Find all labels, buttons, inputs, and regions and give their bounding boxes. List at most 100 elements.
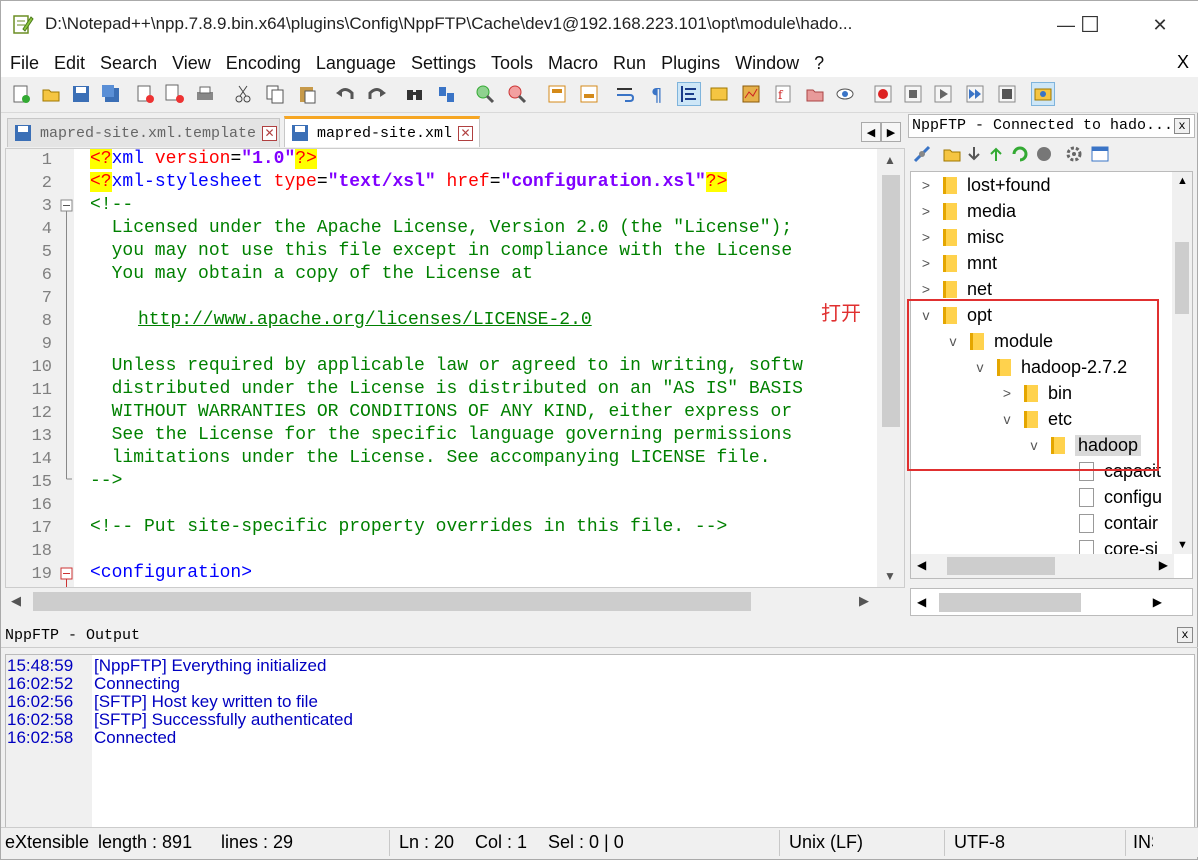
record-macro-icon[interactable] <box>871 82 895 106</box>
nppftp-show-icon[interactable] <box>1031 82 1055 106</box>
menu-settings[interactable]: Settings <box>402 53 482 74</box>
menu-edit[interactable]: Edit <box>45 53 91 74</box>
zoom-in-icon[interactable] <box>473 82 497 106</box>
chevron-right-icon[interactable]: > <box>915 255 937 271</box>
log-time: 16:02:58 <box>7 710 74 729</box>
tab-scroll-right-icon[interactable]: ▶ <box>881 122 901 142</box>
queue-horizontal-scrollbar[interactable]: ◀ ▶ <box>910 588 1193 616</box>
tab-scroll-left-icon[interactable]: ◀ <box>861 122 881 142</box>
word-wrap-icon[interactable] <box>613 82 637 106</box>
replace-icon[interactable] <box>435 82 459 106</box>
indent-guide-icon[interactable] <box>677 82 701 106</box>
tree-file-container[interactable]: contair <box>1075 511 1158 535</box>
upload-icon[interactable] <box>984 142 1008 166</box>
menu-run[interactable]: Run <box>604 53 652 74</box>
save-all-icon[interactable] <box>99 82 123 106</box>
scroll-thumb[interactable] <box>939 593 1081 612</box>
code-editor[interactable]: 1 2 3 4 5 6 7 8 9 10 11 12 13 14 15 16 1… <box>5 148 905 588</box>
line-number: 7 <box>41 289 52 308</box>
tree-node-media[interactable]: > media <box>915 199 1016 223</box>
maximize-button[interactable]: ☐ <box>1067 9 1113 41</box>
gear-icon[interactable] <box>1062 142 1086 166</box>
tree-node-mnt[interactable]: > mnt <box>915 251 997 275</box>
status-selection: Sel : 0 | 0 <box>548 832 624 852</box>
output-log[interactable]: 15:48:59 [NppFTP] Everything initialized… <box>5 654 1195 848</box>
line-number: 13 <box>31 427 52 446</box>
menu-view[interactable]: View <box>163 53 217 74</box>
chevron-right-icon[interactable]: > <box>915 177 937 193</box>
sync-horizontal-icon[interactable] <box>577 82 601 106</box>
tree-horizontal-scrollbar[interactable]: ◀ ▶ <box>911 554 1174 578</box>
code-line: <?xml-stylesheet type="text/xsl" href="c… <box>90 172 728 192</box>
close-document-button[interactable]: X <box>1177 52 1189 73</box>
save-macro-icon[interactable] <box>995 82 1019 106</box>
log-message: Connected <box>94 728 177 747</box>
redo-icon[interactable] <box>365 82 389 106</box>
function-list-icon[interactable]: f <box>771 82 795 106</box>
copy-icon[interactable] <box>263 82 287 106</box>
close-all-icon[interactable] <box>163 82 187 106</box>
run-macro-multiple-icon[interactable] <box>963 82 987 106</box>
settings-folder-icon[interactable] <box>940 142 964 166</box>
menu-search[interactable]: Search <box>91 53 163 74</box>
message-window-icon[interactable] <box>1088 142 1112 166</box>
scroll-thumb[interactable] <box>1175 242 1189 314</box>
paste-icon[interactable] <box>295 82 319 106</box>
refresh-icon[interactable] <box>1008 142 1032 166</box>
menu-help[interactable]: ? <box>805 53 830 74</box>
menu-language[interactable]: Language <box>307 53 402 74</box>
menu-plugins[interactable]: Plugins <box>652 53 726 74</box>
open-file-icon[interactable] <box>39 82 63 106</box>
show-all-chars-icon[interactable]: ¶ <box>645 82 669 106</box>
undo-icon[interactable] <box>333 82 357 106</box>
stop-macro-icon[interactable] <box>901 82 925 106</box>
connect-icon[interactable] <box>910 142 934 166</box>
sync-vertical-icon[interactable] <box>545 82 569 106</box>
folder-workspace-icon[interactable] <box>803 82 827 106</box>
tab-mapred-site-template[interactable]: mapred-site.xml.template ✕ <box>7 118 280 147</box>
close-panel-icon[interactable]: x <box>1174 118 1190 134</box>
editor-vertical-scrollbar[interactable]: ▲ ▼ <box>877 149 904 587</box>
language-define-icon[interactable] <box>707 82 731 106</box>
log-message: [SFTP] Successfully authenticated <box>94 710 353 729</box>
tree-node-net[interactable]: > net <box>915 277 992 301</box>
close-file-icon[interactable] <box>133 82 157 106</box>
close-tab-icon[interactable]: ✕ <box>458 125 474 141</box>
menu-encoding[interactable]: Encoding <box>217 53 307 74</box>
fold-margin[interactable] <box>58 149 74 587</box>
scroll-thumb[interactable] <box>882 175 900 427</box>
new-file-icon[interactable] <box>9 82 33 106</box>
menu-window[interactable]: Window <box>726 53 805 74</box>
zoom-out-icon[interactable] <box>505 82 529 106</box>
scroll-thumb[interactable] <box>33 592 751 611</box>
tree-vertical-scrollbar[interactable]: ▲ ▼ <box>1172 172 1192 554</box>
status-divider <box>1125 830 1126 856</box>
tree-file-configuration[interactable]: configu <box>1075 485 1162 509</box>
save-icon[interactable] <box>69 82 93 106</box>
tree-node-lost-found[interactable]: > lost+found <box>915 173 1051 197</box>
doc-map-icon[interactable] <box>739 82 763 106</box>
tab-mapred-site[interactable]: mapred-site.xml ✕ <box>284 116 480 147</box>
close-output-icon[interactable]: x <box>1177 627 1193 643</box>
chevron-right-icon[interactable]: > <box>915 281 937 297</box>
monitoring-eye-icon[interactable] <box>833 82 857 106</box>
menu-tools[interactable]: Tools <box>482 53 539 74</box>
menu-file[interactable]: File <box>1 53 45 74</box>
menu-macro[interactable]: Macro <box>539 53 604 74</box>
chevron-right-icon[interactable]: > <box>915 203 937 219</box>
scroll-thumb[interactable] <box>947 557 1055 575</box>
close-tab-icon[interactable]: ✕ <box>262 125 278 141</box>
close-window-button[interactable]: ✕ <box>1137 9 1183 41</box>
download-icon[interactable] <box>962 142 986 166</box>
play-macro-icon[interactable] <box>931 82 955 106</box>
editor-horizontal-scrollbar[interactable]: ◀ ▶ <box>5 588 875 615</box>
tree-node-misc[interactable]: > misc <box>915 225 1004 249</box>
line-number: 15 <box>31 473 52 492</box>
print-icon[interactable] <box>193 82 217 106</box>
find-icon[interactable] <box>403 82 427 106</box>
license-url-link[interactable]: http://www.apache.org/licenses/LICENSE-2… <box>138 310 592 330</box>
chevron-right-icon[interactable]: > <box>915 229 937 245</box>
line-number: 19 <box>31 565 52 584</box>
cut-icon[interactable] <box>231 82 255 106</box>
abort-icon[interactable] <box>1032 142 1056 166</box>
